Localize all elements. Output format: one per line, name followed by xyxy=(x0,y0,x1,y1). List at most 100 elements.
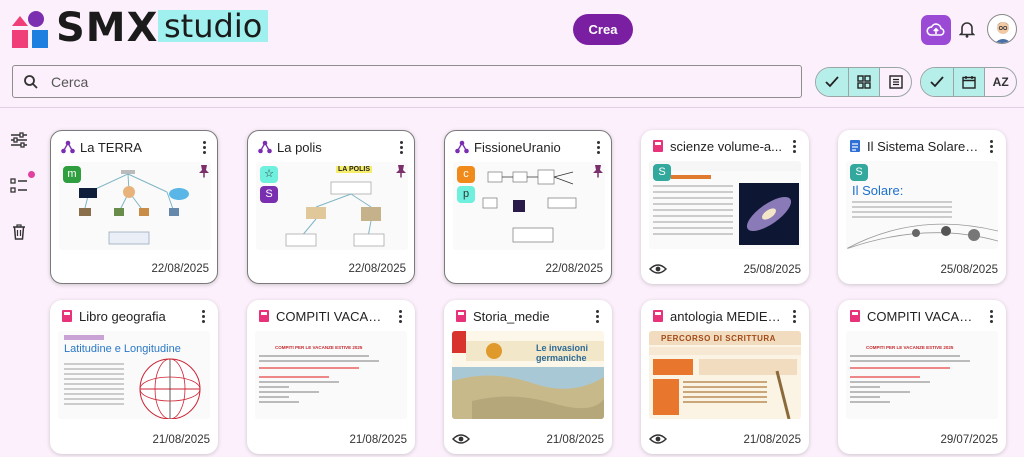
more-options-icon[interactable] xyxy=(398,140,404,156)
calendar-icon xyxy=(962,76,976,89)
thumb-heading: Il Solare: xyxy=(852,183,904,198)
tag-badge: m xyxy=(63,166,81,183)
book-icon xyxy=(653,140,663,152)
document-card[interactable]: Libro geografia Latitudine e Longitudine… xyxy=(50,300,218,454)
cloud-upload-button[interactable] xyxy=(921,15,951,45)
card-title: Libro geografia xyxy=(79,309,166,324)
pin-icon[interactable] xyxy=(592,164,604,178)
check-icon xyxy=(930,76,944,88)
eye-icon[interactable] xyxy=(452,433,470,445)
sort-mode-toggle: AZ xyxy=(920,67,1017,97)
card-title: antologia MEDIEe... xyxy=(670,309,782,324)
more-options-icon[interactable] xyxy=(988,309,994,325)
card-date: 21/08/2025 xyxy=(349,434,407,446)
pin-icon[interactable] xyxy=(395,164,407,178)
document-card[interactable]: La polis LA POLIS ☆ S 22/08/2025 xyxy=(247,130,415,284)
tag-badge: ☆ xyxy=(260,166,278,183)
more-options-icon[interactable] xyxy=(791,139,797,155)
more-options-icon[interactable] xyxy=(201,140,207,156)
document-card[interactable]: antologia MEDIEe... PERCORSO DI SCRITTUR… xyxy=(641,300,809,454)
document-card[interactable]: COMPITI VACAN... COMPITI PER LE VACANZE … xyxy=(838,300,1006,454)
tag-badge: S xyxy=(850,164,868,181)
eye-icon[interactable] xyxy=(649,433,667,445)
card-thumbnail: COMPITI PER LE VACANZE ESTIVE 2025 xyxy=(255,331,407,419)
card-date: 22/08/2025 xyxy=(151,263,209,275)
list-view-button[interactable] xyxy=(879,68,911,96)
more-options-icon[interactable] xyxy=(397,309,403,325)
create-button[interactable]: Crea xyxy=(573,14,633,45)
user-avatar[interactable] xyxy=(987,14,1017,44)
document-card[interactable]: La TERRA m 22/08/2025 xyxy=(50,130,218,284)
card-thumbnail: m xyxy=(59,162,211,250)
notifications-bell-icon[interactable] xyxy=(958,20,976,43)
document-card[interactable]: Il Sistema Solare ... Il Solare: S 25/08… xyxy=(838,130,1006,284)
more-options-icon[interactable] xyxy=(791,309,797,325)
brand-subname: studio xyxy=(158,10,269,42)
search-bar[interactable] xyxy=(12,65,802,98)
book-icon xyxy=(62,310,72,322)
more-options-icon[interactable] xyxy=(595,140,601,156)
grid-view-icon xyxy=(857,75,871,89)
checklist-icon[interactable] xyxy=(10,178,28,199)
thumb-heading: Le invasioni germaniche xyxy=(536,343,589,363)
thumb-heading: LA POLIS xyxy=(336,166,373,173)
more-options-icon[interactable] xyxy=(988,139,994,155)
sort-by-date-button[interactable] xyxy=(952,68,985,96)
filter-settings-icon[interactable] xyxy=(10,132,28,153)
search-input[interactable] xyxy=(51,71,791,93)
card-title: Storia_medie xyxy=(473,309,550,324)
list-view-icon xyxy=(888,75,903,89)
card-thumbnail: Le invasioni germaniche xyxy=(452,331,604,419)
eye-icon[interactable] xyxy=(649,263,667,275)
cloud-upload-icon xyxy=(926,23,945,36)
more-options-icon[interactable] xyxy=(200,309,206,325)
card-date: 21/08/2025 xyxy=(743,434,801,446)
card-thumbnail: PERCORSO DI SCRITTURA xyxy=(649,331,801,419)
card-title: COMPITI VACAN... xyxy=(867,309,979,324)
mindmap-icon xyxy=(258,140,272,154)
book-icon xyxy=(259,310,269,322)
grid-view-button[interactable] xyxy=(847,68,880,96)
document-card[interactable]: scienze volume-a... S 25/08/2025 xyxy=(641,130,809,284)
card-title: La polis xyxy=(277,140,322,155)
tag-badge: S xyxy=(260,186,278,203)
trash-icon[interactable] xyxy=(12,224,26,245)
card-date: 21/08/2025 xyxy=(152,434,210,446)
thumb-heading: PERCORSO DI SCRITTURA xyxy=(661,334,776,343)
thumb-heading: Latitudine e Longitudine xyxy=(64,343,181,355)
brand-name: SMX xyxy=(56,5,159,51)
sort-alphabetical-button[interactable]: AZ xyxy=(984,68,1016,96)
header-divider xyxy=(0,107,1024,108)
sort-selected-check[interactable] xyxy=(921,68,953,96)
tag-badge: p xyxy=(457,186,475,203)
tag-badge: S xyxy=(653,164,671,181)
card-title: La TERRA xyxy=(80,140,142,155)
document-card[interactable]: Storia_medie Le invasioni germaniche 21/… xyxy=(444,300,612,454)
thumb-heading: COMPITI PER LE VACANZE ESTIVE 2025 xyxy=(866,345,954,350)
document-card[interactable]: COMPITI VACAN... COMPITI PER LE VACANZE … xyxy=(247,300,415,454)
card-date: 29/07/2025 xyxy=(940,434,998,446)
view-selected-check[interactable] xyxy=(816,68,848,96)
pin-icon[interactable] xyxy=(198,164,210,178)
check-icon xyxy=(825,76,839,88)
app-header: SMX studio Crea xyxy=(0,0,1024,58)
notification-dot xyxy=(28,171,35,178)
document-icon xyxy=(850,140,860,152)
card-date: 22/08/2025 xyxy=(545,263,603,275)
more-options-icon[interactable] xyxy=(594,309,600,325)
card-date: 21/08/2025 xyxy=(546,434,604,446)
book-icon xyxy=(456,310,466,322)
view-mode-toggle xyxy=(815,67,912,97)
sort-az-icon: AZ xyxy=(992,75,1009,89)
thumb-heading: COMPITI PER LE VACANZE ESTIVE 2025 xyxy=(275,345,363,350)
search-icon xyxy=(24,75,38,89)
card-title: Il Sistema Solare ... xyxy=(867,139,979,154)
card-date: 22/08/2025 xyxy=(348,263,406,275)
document-card[interactable]: FissioneUranio c p 22/08/2025 xyxy=(444,130,612,284)
book-icon xyxy=(850,310,860,322)
card-thumbnail: COMPITI PER LE VACANZE ESTIVE 2025 xyxy=(846,331,998,419)
mindmap-icon xyxy=(61,140,75,154)
card-date: 25/08/2025 xyxy=(743,264,801,276)
card-thumbnail: LA POLIS ☆ S xyxy=(256,162,408,250)
card-date: 25/08/2025 xyxy=(940,264,998,276)
